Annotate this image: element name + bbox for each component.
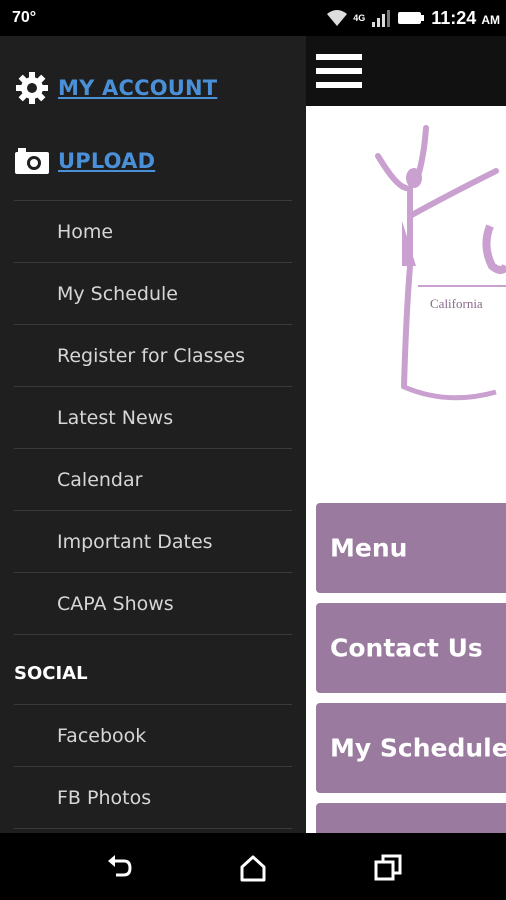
battery-icon: [398, 12, 425, 24]
nav-item-label: Latest News: [57, 406, 174, 429]
dancer-logo-image: [375, 125, 506, 401]
nav-item-label: Facebook: [57, 724, 147, 747]
nav-item-label: Important Dates: [57, 530, 213, 553]
app-bar: [306, 36, 506, 106]
tile-label: Contact Us: [330, 633, 483, 663]
signal-icon: [372, 10, 391, 27]
temperature: 70°: [12, 9, 37, 26]
my-account-link[interactable]: MY ACCOUNT: [58, 76, 217, 100]
nav-item-label: Calendar: [57, 468, 143, 491]
dance-logo: [306, 116, 506, 426]
contact-us-tile[interactable]: Contact Us: [316, 603, 506, 693]
divider: [14, 828, 292, 829]
divider: [14, 634, 292, 635]
tile-label: Menu: [330, 533, 408, 563]
camera-icon: [15, 148, 49, 174]
hamburger-icon[interactable]: [316, 54, 362, 88]
nav-item-label: FB Photos: [57, 786, 152, 809]
recents-icon[interactable]: [373, 853, 403, 883]
my-schedule-tile[interactable]: My Schedule: [316, 703, 506, 793]
menu-tile[interactable]: Menu: [316, 503, 506, 593]
nav-item-facebook[interactable]: Facebook: [14, 705, 292, 766]
nav-item-label: Home: [57, 220, 114, 243]
back-icon[interactable]: [104, 853, 134, 883]
nav-item-label: My Schedule: [57, 282, 178, 305]
wifi-icon: [327, 10, 348, 26]
social-section-header: SOCIAL: [14, 663, 88, 684]
nav-item-capa-shows[interactable]: CAPA Shows: [14, 573, 292, 634]
upload-row[interactable]: UPLOAD: [14, 146, 155, 176]
gear-icon: [16, 72, 48, 104]
nav-item-fb-photos[interactable]: FB Photos: [14, 767, 292, 828]
nav-item-label: CAPA Shows: [57, 592, 174, 615]
clock: 11:24 AM: [431, 7, 500, 28]
upload-link[interactable]: UPLOAD: [58, 149, 155, 173]
nav-item-latest-news[interactable]: Latest News: [14, 387, 292, 448]
nav-item-important-dates[interactable]: Important Dates: [14, 511, 292, 572]
partial-tile[interactable]: [316, 803, 506, 833]
nav-item-label: Register for Classes: [57, 344, 246, 367]
status-bar: 70° 4G 11:24 AM: [0, 0, 506, 36]
home-icon[interactable]: [238, 853, 268, 883]
nav-drawer: MY ACCOUNT UPLOAD Home My Schedule Regis…: [0, 36, 306, 833]
main-content: California Menu Contact Us My Schedule: [306, 36, 506, 833]
system-nav-bar: [0, 833, 506, 900]
network-type: 4G: [353, 13, 366, 23]
nav-item-calendar[interactable]: Calendar: [14, 449, 292, 510]
tile-label: My Schedule: [330, 733, 506, 763]
nav-item-home[interactable]: Home: [14, 201, 292, 262]
nav-item-register[interactable]: Register for Classes: [14, 325, 292, 386]
my-account-row[interactable]: MY ACCOUNT: [14, 70, 217, 106]
nav-item-my-schedule[interactable]: My Schedule: [14, 263, 292, 324]
logo-text: California: [430, 296, 483, 311]
